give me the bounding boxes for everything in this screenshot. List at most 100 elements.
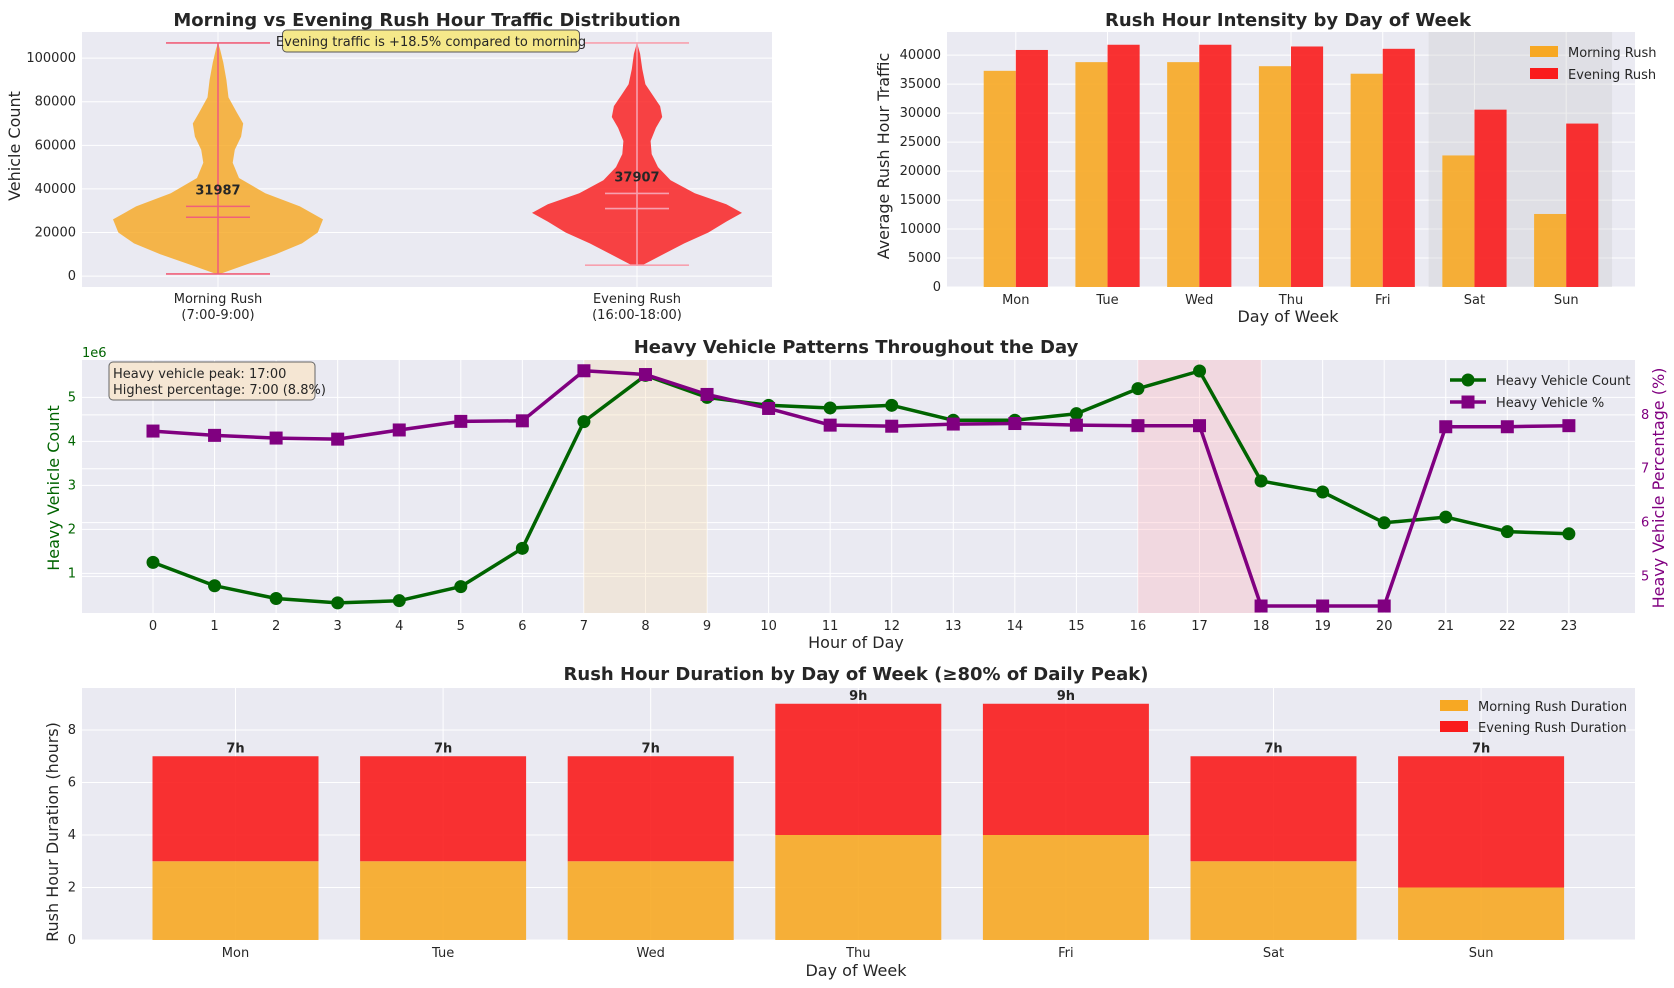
duration-total-label: 7h	[226, 741, 244, 756]
duration-legend-swatch	[1440, 721, 1468, 732]
intensity-bar-evening	[1015, 49, 1048, 287]
violin-ytick-label: 20000	[35, 226, 76, 241]
duration-total-label: 9h	[849, 689, 867, 704]
intensity-bar-evening	[1382, 48, 1415, 287]
heavy-pct-point	[823, 418, 837, 432]
heavy-count-point	[331, 596, 345, 610]
intensity-ytick-label: 10000	[900, 222, 941, 237]
heavy-xtick-label: 16	[1130, 619, 1147, 634]
intensity-xtick-label: Fri	[1375, 293, 1391, 308]
heavy-vehicle-line-chart: Heavy Vehicle Patterns Throughout the Da…	[44, 337, 1668, 652]
duration-bar-morning	[152, 861, 319, 940]
violin-chart: Morning vs Evening Rush Hour Traffic Dis…	[5, 10, 772, 323]
heavy-legend-marker	[1461, 373, 1475, 387]
intensity-ytick-label: 15000	[900, 193, 941, 208]
duration-bar-morning	[360, 861, 527, 940]
duration-xtick-label: Sun	[1469, 946, 1494, 961]
violin-xtick-label: Evening Rush	[593, 292, 681, 307]
heavy-xtick-label: 15	[1068, 619, 1085, 634]
intensity-ytick-label: 30000	[900, 106, 941, 121]
heavy-count-point	[1562, 527, 1576, 541]
heavy-pct-point	[1069, 418, 1083, 432]
heavy-ytick-right: 7	[1641, 462, 1649, 477]
heavy-pct-point	[146, 424, 160, 438]
heavy-pct-point	[1254, 599, 1268, 613]
duration-ytick-label: 8	[68, 723, 76, 738]
heavy-legend-marker	[1461, 395, 1475, 409]
duration-ytick-label: 4	[68, 828, 76, 843]
duration-chart-title: Rush Hour Duration by Day of Week (≥80% …	[564, 664, 1149, 685]
rush-hour-shade	[1137, 360, 1262, 613]
heavy-xtick-label: 14	[1007, 619, 1024, 634]
violin-mean-label: 37907	[614, 170, 659, 185]
duration-bar-evening	[360, 756, 527, 862]
heavy-xtick-label: 2	[272, 619, 280, 634]
heavy-count-point	[146, 555, 160, 569]
intensity-xtick-label: Sun	[1554, 293, 1579, 308]
heavy-pct-point	[208, 428, 222, 442]
heavy-chart-ylabel-left: Heavy Vehicle Count	[44, 405, 63, 571]
intensity-chart-ylabel: Average Rush Hour Traffic	[874, 53, 893, 260]
heavy-xtick-label: 1	[210, 619, 218, 634]
heavy-chart-title: Heavy Vehicle Patterns Throughout the Da…	[634, 337, 1079, 358]
heavy-xtick-label: 7	[580, 619, 588, 634]
heavy-count-point	[208, 579, 222, 593]
heavy-pct-point	[577, 364, 591, 378]
heavy-xtick-label: 10	[760, 619, 777, 634]
intensity-bar-evening	[1474, 109, 1507, 287]
heavy-count-point	[577, 415, 591, 429]
violin-ytick-label: 40000	[35, 182, 76, 197]
heavy-pct-point	[638, 368, 652, 382]
heavy-count-point	[1069, 407, 1083, 421]
duration-bar-evening	[1190, 756, 1357, 862]
duration-ytick-label: 0	[68, 933, 76, 948]
duration-bar-evening	[152, 756, 319, 862]
duration-bar-evening	[982, 703, 1149, 835]
heavy-pct-point	[1131, 419, 1145, 433]
heavy-pct-point	[1562, 419, 1576, 433]
duration-xtick-label: Wed	[637, 946, 665, 961]
intensity-legend-swatch	[1530, 46, 1558, 57]
heavy-xtick-label: 4	[395, 619, 403, 634]
heavy-chart-ylabel-right: Heavy Vehicle Percentage (%)	[1649, 368, 1668, 609]
duration-legend-label: Morning Rush Duration	[1478, 700, 1627, 715]
duration-legend-swatch	[1440, 700, 1468, 711]
duration-total-label: 7h	[642, 741, 660, 756]
heavy-ytick-left: 4	[68, 434, 76, 449]
duration-total-label: 7h	[434, 741, 452, 756]
duration-xtick-label: Tue	[431, 946, 454, 961]
heavy-ytick-left: 2	[68, 522, 76, 537]
violin-chart-ylabel: Vehicle Count	[5, 91, 24, 201]
heavy-pct-point	[269, 431, 283, 445]
heavy-count-point	[1316, 485, 1330, 499]
heavy-pct-point	[885, 419, 899, 433]
duration-bar-evening	[1398, 756, 1565, 888]
heavy-pct-point	[1439, 420, 1453, 434]
violin-mean-label: 31987	[195, 183, 240, 198]
figure: Morning vs Evening Rush Hour Traffic Dis…	[0, 0, 1674, 988]
heavy-xtick-label: 21	[1437, 619, 1454, 634]
heavy-legend-label: Heavy Vehicle %	[1496, 396, 1604, 411]
heavy-count-point	[823, 401, 837, 415]
violin-chart-title: Morning vs Evening Rush Hour Traffic Dis…	[173, 10, 680, 31]
violin-ytick-label: 100000	[26, 51, 76, 66]
heavy-pct-point	[700, 387, 714, 401]
intensity-legend-label: Evening Rush	[1568, 68, 1656, 83]
heavy-xtick-label: 22	[1499, 619, 1516, 634]
rush-hour-shade	[583, 360, 708, 613]
heavy-count-point	[1377, 516, 1391, 530]
duration-total-label: 7h	[1472, 741, 1490, 756]
heavy-count-point	[1254, 474, 1268, 488]
intensity-bar-evening	[1291, 46, 1324, 288]
heavy-xtick-label: 6	[518, 619, 526, 634]
intensity-bar-chart: Rush Hour Intensity by Day of Week Day o…	[874, 10, 1656, 326]
duration-bar-morning	[982, 835, 1149, 940]
heavy-xtick-label: 0	[149, 619, 157, 634]
heavy-pct-point	[1316, 599, 1330, 613]
duration-ytick-label: 6	[68, 776, 76, 791]
heavy-pct-point	[1377, 599, 1391, 613]
heavy-count-point	[1193, 364, 1207, 378]
intensity-chart-title: Rush Hour Intensity by Day of Week	[1105, 10, 1472, 31]
heavy-pct-point	[1500, 420, 1514, 434]
heavy-count-point	[515, 541, 529, 555]
